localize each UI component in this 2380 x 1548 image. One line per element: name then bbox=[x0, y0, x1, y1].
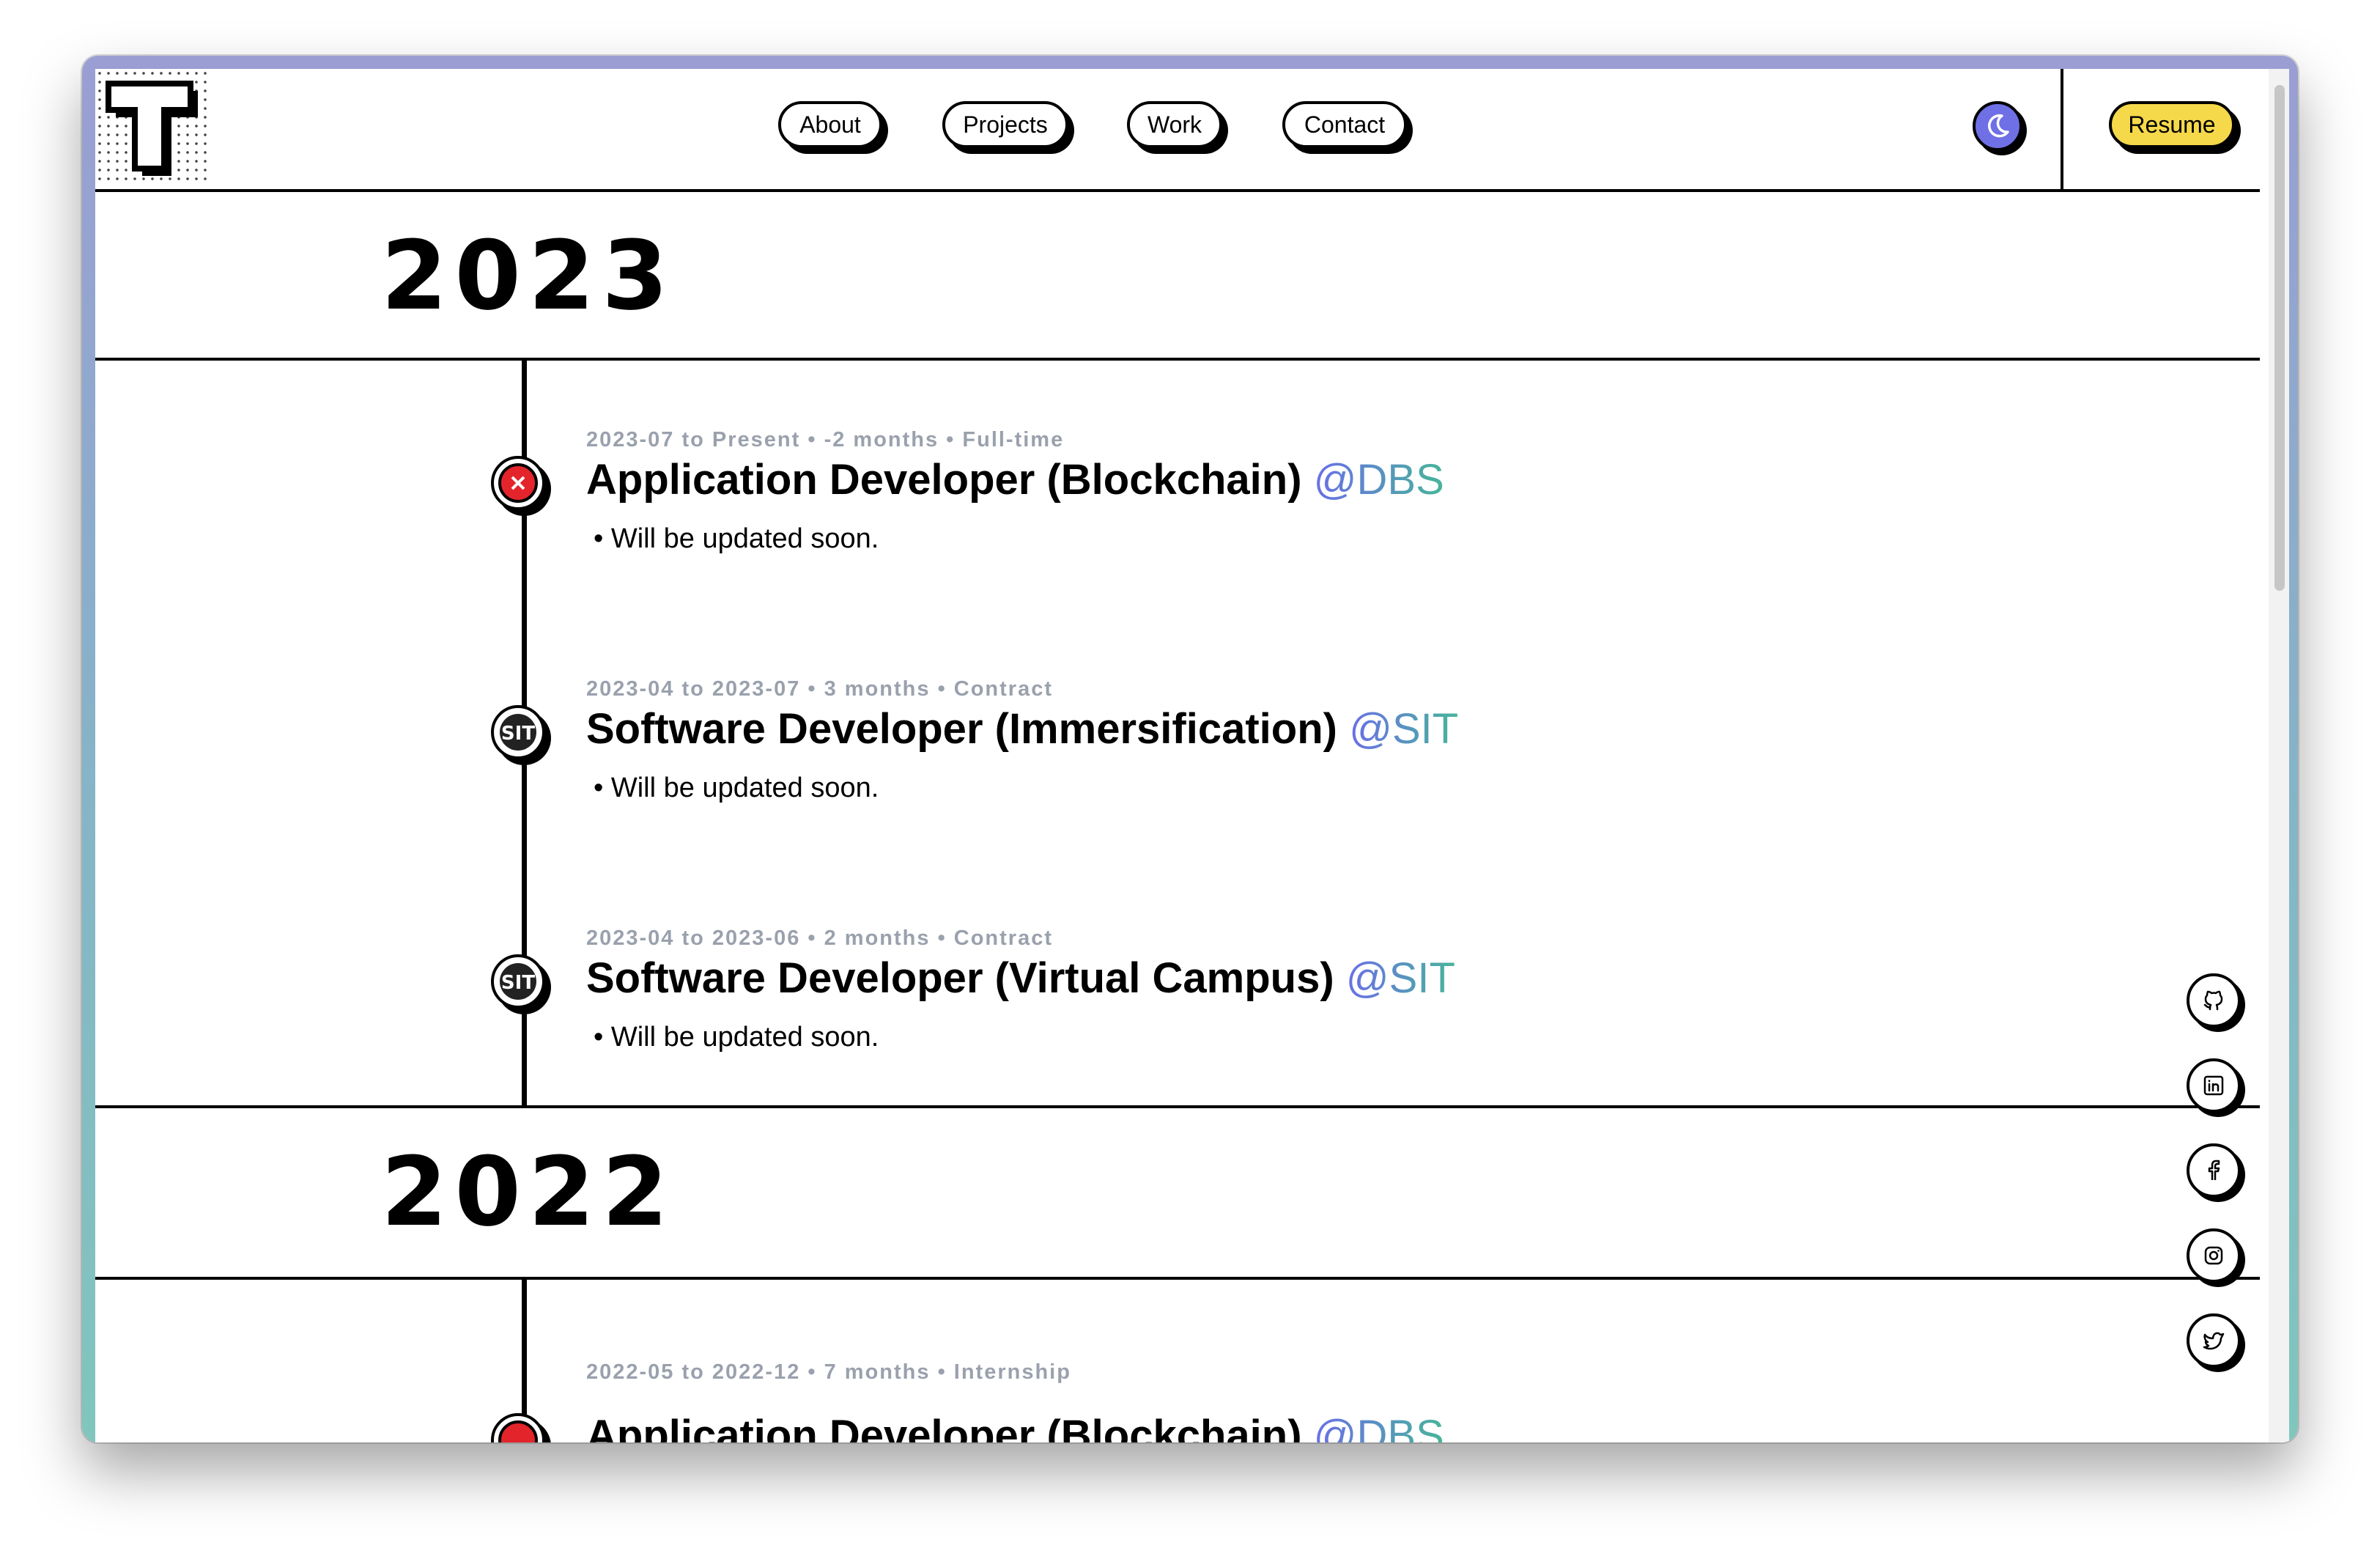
theme-toggle-button[interactable] bbox=[1973, 101, 2022, 151]
entry-title: Software Developer (Virtual Campus) @SIT bbox=[586, 954, 1455, 1003]
company-link[interactable]: @DBS bbox=[1314, 1412, 1444, 1442]
entry-meta: 2023-04 to 2023-07 • 3 months • Contract bbox=[586, 677, 1054, 701]
entry-title: Application Developer (Blockchain) @DBS bbox=[586, 1412, 1444, 1442]
nav-work[interactable]: Work bbox=[1127, 101, 1222, 148]
dbs-logo-icon bbox=[491, 456, 545, 510]
entry-bullet: Will be updated soon. bbox=[594, 523, 879, 555]
t-logo-icon bbox=[106, 81, 198, 176]
job-title: Software Developer (Immersification) bbox=[586, 705, 1337, 753]
twitter-icon[interactable] bbox=[2187, 1313, 2241, 1368]
entry-bullet: Will be updated soon. bbox=[594, 773, 879, 804]
facebook-icon[interactable] bbox=[2187, 1143, 2241, 1198]
moon-icon bbox=[1988, 114, 2009, 138]
entry-meta: 2023-04 to 2023-06 • 2 months • Contract bbox=[586, 926, 1054, 950]
github-icon[interactable] bbox=[2187, 973, 2241, 1028]
resume-button[interactable]: Resume bbox=[2109, 101, 2235, 148]
company-link[interactable]: @DBS bbox=[1314, 456, 1444, 504]
year-label: 2022 bbox=[381, 1136, 676, 1247]
job-title: Application Developer (Blockchain) bbox=[586, 456, 1302, 504]
svg-text:SIT: SIT bbox=[501, 723, 535, 745]
page-viewport: About Projects Work Contact Resume 2023 bbox=[95, 69, 2289, 1442]
entry-meta: 2023-07 to Present • -2 months • Full-ti… bbox=[586, 428, 1065, 452]
nav-projects[interactable]: Projects bbox=[942, 101, 1068, 148]
site-logo[interactable] bbox=[95, 69, 212, 186]
entry-title: Software Developer (Immersification) @SI… bbox=[586, 705, 1458, 753]
company-link[interactable]: @SIT bbox=[1346, 954, 1455, 1002]
header-divider bbox=[2061, 69, 2063, 189]
instagram-icon[interactable] bbox=[2187, 1228, 2241, 1283]
browser-window: About Projects Work Contact Resume 2023 bbox=[82, 56, 2298, 1442]
entry-bullet: Will be updated soon. bbox=[594, 1022, 879, 1053]
sit-logo-icon: SIT bbox=[491, 954, 545, 1009]
company-link[interactable]: @SIT bbox=[1349, 705, 1458, 753]
job-title: Application Developer (Blockchain) bbox=[586, 1412, 1302, 1442]
year-header-2023: 2023 bbox=[95, 189, 2260, 361]
dbs-logo-icon bbox=[491, 1413, 545, 1442]
job-title: Software Developer (Virtual Campus) bbox=[586, 954, 1334, 1002]
year-header-2022: 2022 bbox=[95, 1105, 2260, 1280]
linkedin-icon[interactable] bbox=[2187, 1058, 2241, 1113]
entry-meta: 2022-05 to 2022-12 • 7 months • Internsh… bbox=[586, 1360, 1071, 1384]
sit-logo-icon: SIT bbox=[491, 705, 545, 759]
entry-title: Application Developer (Blockchain) @DBS bbox=[586, 456, 1444, 504]
nav-about[interactable]: About bbox=[778, 101, 882, 148]
nav-contact[interactable]: Contact bbox=[1282, 101, 1407, 148]
scrollbar-thumb[interactable] bbox=[2274, 85, 2285, 591]
year-label: 2023 bbox=[381, 220, 676, 331]
svg-text:SIT: SIT bbox=[501, 972, 535, 994]
site-header: About Projects Work Contact Resume bbox=[95, 69, 2260, 192]
scrollbar[interactable] bbox=[2269, 69, 2289, 1442]
